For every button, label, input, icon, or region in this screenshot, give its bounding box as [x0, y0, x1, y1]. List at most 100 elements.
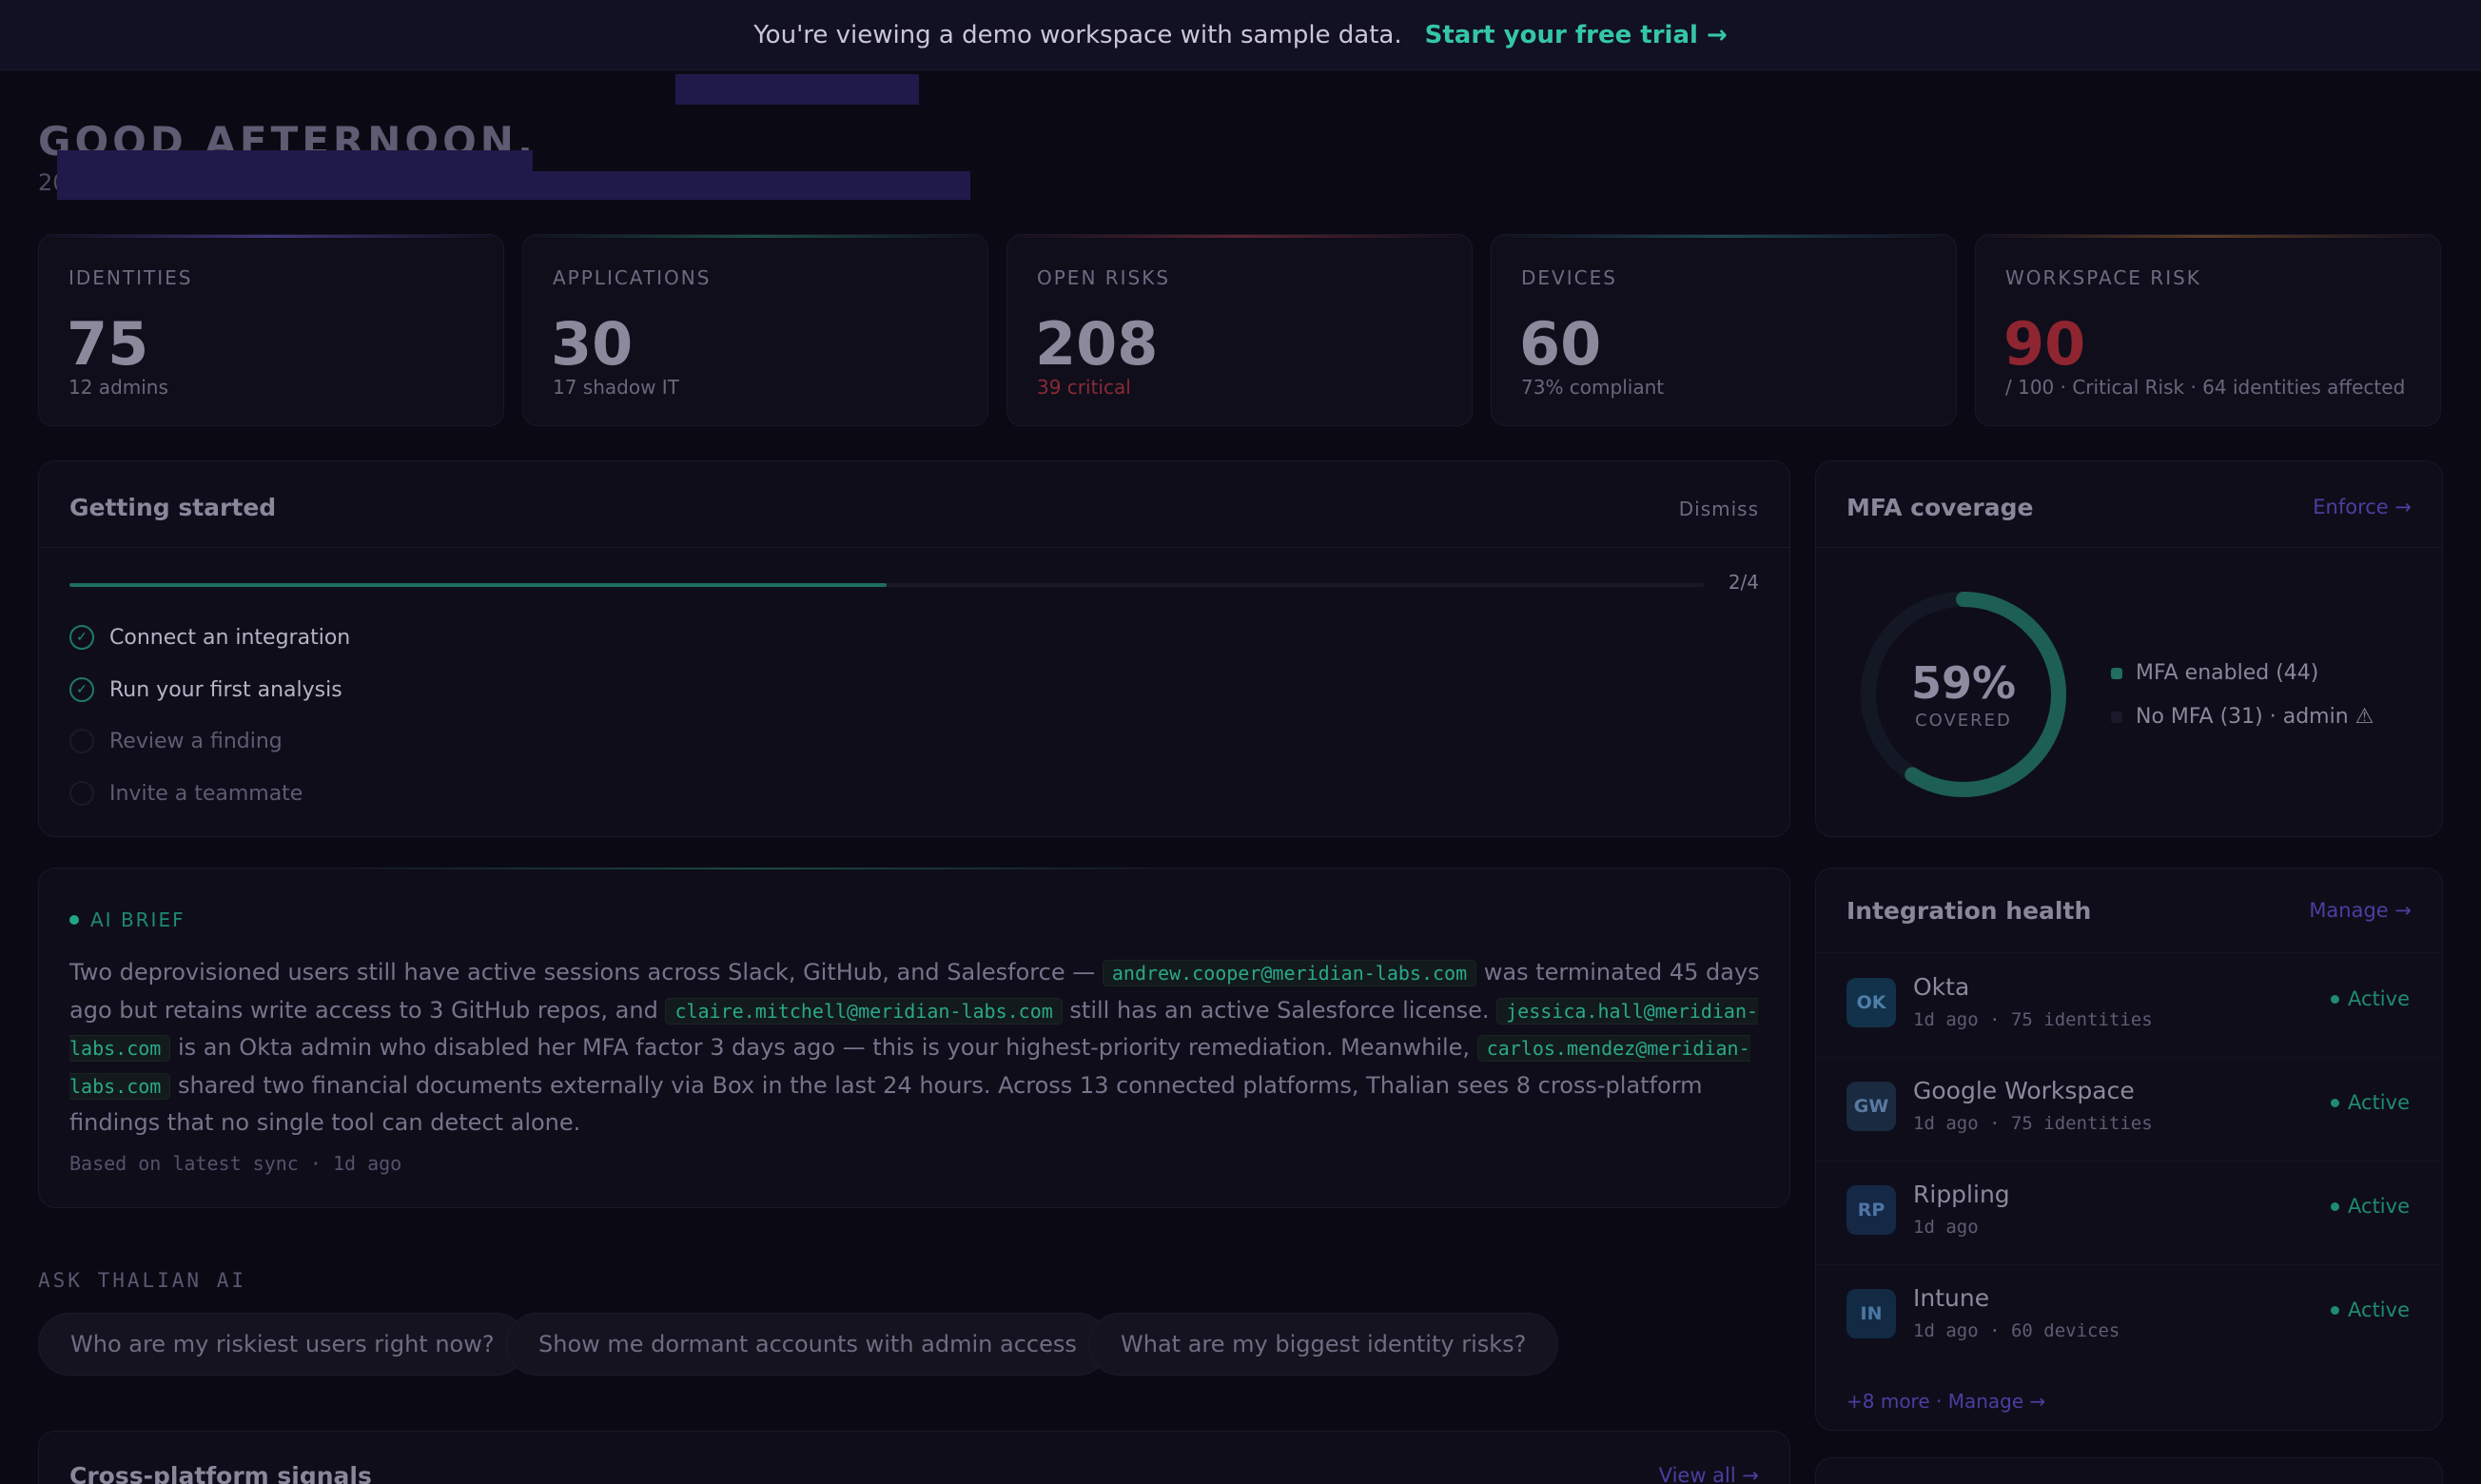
- stat-value: 30: [551, 309, 634, 379]
- integration-badge: RP: [1846, 1185, 1896, 1235]
- panel-title: Integration health: [1846, 897, 2092, 925]
- integration-badge: OK: [1846, 978, 1896, 1027]
- integration-row-google-workspace[interactable]: GW Google Workspace 1d ago · 75 identiti…: [1846, 1058, 2410, 1162]
- status-dot: [2331, 1305, 2340, 1315]
- mfa-percent: 59%: [1910, 657, 2017, 709]
- integration-name: Google Workspace: [1913, 1077, 2135, 1104]
- stat-sub: 12 admins: [68, 376, 168, 399]
- divider: [39, 547, 1789, 548]
- integration-row-rippling[interactable]: RP Rippling 1d ago Active: [1846, 1162, 2410, 1265]
- ai-brief-text: Two deprovisioned users still have activ…: [69, 954, 1763, 1142]
- progress-bar: [69, 583, 1704, 587]
- status-dot: [2331, 994, 2340, 1004]
- brief-footer: Based on latest sync · 1d ago: [69, 1152, 402, 1175]
- suggestion-chip[interactable]: Show me dormant accounts with admin acce…: [506, 1313, 1109, 1376]
- legend-label: MFA enabled (44): [2136, 661, 2319, 685]
- brief-text: is an Okta admin who disabled her MFA fa…: [170, 1034, 1477, 1061]
- loading-skeleton: [675, 74, 919, 105]
- stat-value: 208: [1035, 309, 1159, 379]
- enforce-link[interactable]: Enforce →: [2313, 496, 2412, 518]
- start-trial-link[interactable]: Start your free trial →: [1425, 21, 1728, 49]
- integration-meta: 1d ago · 75 identities: [1913, 1009, 2153, 1030]
- getting-started-panel: Getting started Dismiss 2/4 ✓ Connect an…: [38, 460, 1790, 837]
- status-dot: [2331, 1201, 2340, 1211]
- legend-label: No MFA (31) · admin ⚠: [2136, 705, 2374, 729]
- stat-card-applications[interactable]: APPLICATIONS 30 17 shadow IT: [522, 234, 988, 426]
- integration-row-okta[interactable]: OK Okta 1d ago · 75 identities Active: [1846, 954, 2410, 1058]
- legend-swatch: [2111, 667, 2122, 679]
- loading-skeleton: [57, 150, 533, 171]
- brief-text: still has an active Salesforce license.: [1062, 996, 1497, 1024]
- panel-title: Getting started: [69, 494, 277, 521]
- integration-meta: 1d ago · 75 identities: [1913, 1113, 2153, 1134]
- ai-brief-tag: AI BRIEF: [69, 908, 186, 931]
- tag-label: AI BRIEF: [90, 908, 186, 931]
- side-panel: [1815, 1457, 2443, 1484]
- view-all-link[interactable]: View all →: [1659, 1464, 1759, 1484]
- ask-label: ASK THALIAN AI: [38, 1269, 247, 1292]
- integration-health-panel: Integration health Manage → OK Okta 1d a…: [1815, 868, 2443, 1431]
- progress-fill: [69, 583, 887, 587]
- stat-card-open-risks[interactable]: OPEN RISKS 208 39 critical: [1006, 234, 1473, 426]
- stat-value: 75: [67, 309, 149, 379]
- stat-card-workspace-risk[interactable]: WORKSPACE RISK 90 / 100 · Critical Risk …: [1975, 234, 2441, 426]
- step-review-finding[interactable]: Review a finding: [69, 729, 283, 753]
- status-badge: Active: [2331, 1091, 2410, 1114]
- step-label: Review a finding: [109, 729, 283, 753]
- suggestion-chip[interactable]: Who are my riskiest users right now?: [38, 1313, 527, 1376]
- progress-count: 2/4: [1728, 571, 1759, 594]
- brief-text: Two deprovisioned users still have activ…: [69, 959, 1103, 986]
- legend-no-mfa: No MFA (31) · admin ⚠: [2111, 705, 2374, 729]
- integration-badge: IN: [1846, 1289, 1896, 1338]
- stat-card-identities[interactable]: IDENTITIES 75 12 admins: [38, 234, 504, 426]
- stat-card-devices[interactable]: DEVICES 60 73% compliant: [1491, 234, 1957, 426]
- email-chip[interactable]: andrew.cooper@meridian-labs.com: [1102, 960, 1477, 986]
- card-accent: [1976, 235, 2440, 238]
- brief-accent: [324, 868, 1181, 869]
- email-chip[interactable]: claire.mitchell@meridian-labs.com: [665, 997, 1063, 1025]
- integration-meta: 1d ago: [1913, 1217, 1979, 1238]
- integration-row-intune[interactable]: IN Intune 1d ago · 60 devices Active: [1846, 1265, 2410, 1369]
- stat-sub: 17 shadow IT: [553, 376, 679, 399]
- mfa-coverage-panel: MFA coverage Enforce → 59% COVERED MFA e…: [1815, 460, 2443, 837]
- more-integrations-link[interactable]: +8 more · Manage →: [1846, 1390, 2045, 1413]
- cross-platform-signals-panel: Cross-platform signals View all →: [38, 1431, 1790, 1484]
- status-text: Active: [2348, 1298, 2410, 1321]
- step-invite-teammate[interactable]: Invite a teammate: [69, 781, 303, 806]
- step-connect-integration[interactable]: ✓ Connect an integration: [69, 625, 350, 650]
- card-accent: [523, 235, 987, 238]
- status-badge: Active: [2331, 1195, 2410, 1218]
- brief-text: shared two financial documents externall…: [69, 1071, 1703, 1137]
- legend-swatch: [2111, 711, 2122, 723]
- check-icon: ✓: [69, 677, 94, 702]
- status-badge: Active: [2331, 1298, 2410, 1321]
- stat-label: IDENTITIES: [68, 266, 193, 289]
- step-label: Run your first analysis: [109, 677, 342, 702]
- integration-badge: GW: [1846, 1082, 1896, 1131]
- panel-title: Cross-platform signals: [69, 1462, 372, 1484]
- suggestion-chip[interactable]: What are my biggest identity risks?: [1088, 1313, 1559, 1376]
- step-label: Connect an integration: [109, 625, 351, 650]
- stat-sub: 73% compliant: [1521, 376, 1665, 399]
- loading-skeleton: [57, 171, 970, 200]
- integration-name: Intune: [1913, 1284, 1990, 1312]
- card-accent: [39, 235, 503, 238]
- divider: [1816, 547, 2442, 548]
- panel-title: MFA coverage: [1846, 494, 2034, 521]
- stat-value: 90: [2003, 309, 2086, 379]
- integration-name: Okta: [1913, 973, 1970, 1001]
- integration-meta: 1d ago · 60 devices: [1913, 1320, 2120, 1341]
- status-text: Active: [2348, 1091, 2410, 1114]
- status-dot: [2331, 1098, 2340, 1107]
- status-text: Active: [2348, 987, 2410, 1010]
- manage-link[interactable]: Manage →: [2309, 899, 2412, 922]
- step-run-analysis[interactable]: ✓ Run your first analysis: [69, 677, 342, 702]
- status-text: Active: [2348, 1195, 2410, 1218]
- check-icon: ✓: [69, 625, 94, 650]
- step-label: Invite a teammate: [109, 781, 303, 806]
- empty-circle-icon: [69, 781, 94, 806]
- divider: [1816, 952, 2442, 953]
- stat-label: DEVICES: [1521, 266, 1617, 289]
- banner-message: You're viewing a demo workspace with sam…: [753, 20, 1402, 49]
- dismiss-button[interactable]: Dismiss: [1679, 498, 1759, 520]
